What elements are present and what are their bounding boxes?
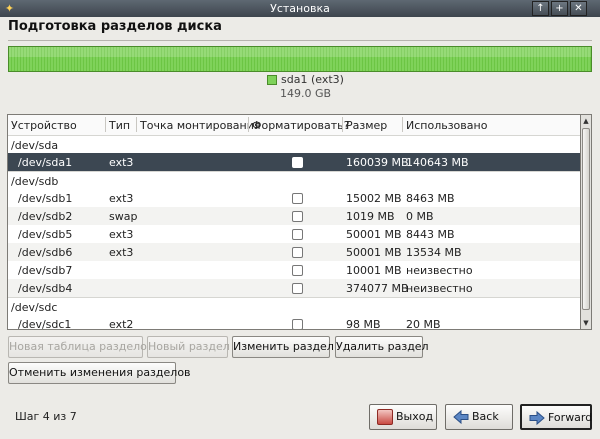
- maximize-icon[interactable]: +: [551, 1, 568, 16]
- partition-used: 0 MB: [406, 210, 434, 223]
- device-row[interactable]: /dev/sda: [8, 135, 580, 153]
- column-header-device[interactable]: Устройство: [11, 119, 77, 132]
- partition-type: swap: [109, 210, 138, 223]
- format-checkbox[interactable]: [292, 211, 303, 222]
- partition-device: /dev/sdb5: [18, 228, 73, 241]
- pin-icon[interactable]: ↑: [532, 1, 549, 16]
- new-partition-table-button[interactable]: Новая таблица разделов: [8, 336, 153, 358]
- step-indicator: Шаг 4 из 7: [15, 410, 77, 423]
- format-checkbox[interactable]: [292, 247, 303, 258]
- partition-color-swatch: [267, 75, 277, 85]
- close-icon[interactable]: ✕: [570, 1, 587, 16]
- partition-size: 98 MB: [346, 318, 381, 330]
- partition-row[interactable]: /dev/sdb4 374077 MB неизвестно: [8, 279, 580, 297]
- partition-size: 50001 MB: [346, 246, 402, 259]
- format-checkbox[interactable]: [292, 193, 303, 204]
- partition-row[interactable]: /dev/sdb1 ext3 15002 MB 8463 MB: [8, 189, 580, 207]
- partition-type: ext3: [109, 246, 134, 259]
- partition-row[interactable]: /dev/sda1 ext3 160039 MB 140643 MB: [8, 153, 580, 171]
- partition-used: неизвестно: [406, 264, 473, 277]
- edit-partition-button[interactable]: Изменить раздел: [232, 336, 334, 358]
- partition-used: 13534 MB: [406, 246, 462, 259]
- window-titlebar[interactable]: ✦ Установка ↑ + ✕: [0, 0, 600, 17]
- format-checkbox[interactable]: [292, 157, 303, 168]
- partition-size: 374077 MB: [346, 282, 409, 295]
- partition-row[interactable]: /dev/sdb2 swap 1019 MB 0 MB: [8, 207, 580, 225]
- device-name: /dev/sdb: [11, 175, 59, 188]
- column-separator: [342, 117, 343, 132]
- partition-type: ext3: [109, 228, 134, 241]
- header-divider: [8, 40, 592, 41]
- exit-icon: [377, 409, 393, 425]
- partition-device: /dev/sdb7: [18, 264, 73, 277]
- partition-type: ext2: [109, 318, 134, 330]
- column-header-format[interactable]: Форматировать?: [252, 119, 349, 132]
- format-checkbox[interactable]: [292, 319, 303, 329]
- quit-button[interactable]: Выход: [369, 404, 437, 430]
- column-header-used[interactable]: Использовано: [406, 119, 487, 132]
- column-header-mount[interactable]: Точка монтирования: [140, 119, 261, 132]
- partition-size: 10001 MB: [346, 264, 402, 277]
- partition-row[interactable]: /dev/sdc1 ext2 98 MB 20 MB: [8, 315, 580, 330]
- column-separator: [136, 117, 137, 132]
- partition-row[interactable]: /dev/sdb5 ext3 50001 MB 8443 MB: [8, 225, 580, 243]
- device-name: /dev/sda: [11, 139, 59, 152]
- scroll-down-icon[interactable]: ▼: [581, 317, 591, 329]
- partition-device: /dev/sda1: [18, 156, 73, 169]
- partition-row[interactable]: /dev/sdb6 ext3 50001 MB 13534 MB: [8, 243, 580, 261]
- partition-size: 50001 MB: [346, 228, 402, 241]
- format-checkbox[interactable]: [292, 229, 303, 240]
- table-scrollbar[interactable]: ▲ ▼: [581, 114, 592, 330]
- arrow-right-icon: [529, 410, 545, 426]
- page-header: Подготовка разделов диска: [0, 17, 600, 40]
- column-separator: [248, 117, 249, 132]
- format-checkbox[interactable]: [292, 283, 303, 294]
- scrollbar-thumb[interactable]: [582, 128, 590, 310]
- partition-device: /dev/sdb1: [18, 192, 73, 205]
- partition-type: ext3: [109, 156, 134, 169]
- partition-legend: sda1 (ext3) 149.0 GB: [267, 73, 344, 100]
- partition-used: 8463 MB: [406, 192, 455, 205]
- partition-device: /dev/sdb2: [18, 210, 73, 223]
- arrow-left-icon: [453, 409, 469, 425]
- back-button[interactable]: Back: [445, 404, 513, 430]
- format-checkbox[interactable]: [292, 265, 303, 276]
- partition-size: 15002 MB: [346, 192, 402, 205]
- partition-size: 160039 MB: [346, 156, 409, 169]
- partition-legend-label: sda1 (ext3): [281, 73, 344, 86]
- column-separator: [105, 117, 106, 132]
- partition-row[interactable]: /dev/sdb7 10001 MB неизвестно: [8, 261, 580, 279]
- forward-button-label: Forward: [548, 411, 593, 424]
- quit-button-label: Выход: [396, 410, 434, 423]
- column-separator: [402, 117, 403, 132]
- partition-device: /dev/sdb4: [18, 282, 73, 295]
- table-header: Устройство Тип Точка монтирования Формат…: [8, 115, 580, 136]
- partition-used: 8443 MB: [406, 228, 455, 241]
- partition-used: 20 MB: [406, 318, 441, 330]
- partition-type: ext3: [109, 192, 134, 205]
- scroll-up-icon[interactable]: ▲: [581, 115, 591, 127]
- column-header-size[interactable]: Размер: [346, 119, 387, 132]
- partition-bar: [8, 46, 592, 72]
- partition-size: 1019 MB: [346, 210, 395, 223]
- new-partition-button[interactable]: Новый раздел: [147, 336, 230, 358]
- device-name: /dev/sdc: [11, 301, 58, 314]
- partition-device: /dev/sdb6: [18, 246, 73, 259]
- partition-used: неизвестно: [406, 282, 473, 295]
- undo-partition-changes-button[interactable]: Отменить изменения разделов: [8, 362, 191, 384]
- device-row[interactable]: /dev/sdb: [8, 171, 580, 189]
- back-button-label: Back: [472, 410, 499, 423]
- partition-used: 140643 MB: [406, 156, 469, 169]
- partition-device: /dev/sdc1: [18, 318, 72, 330]
- window-title: Установка: [270, 2, 330, 15]
- column-header-type[interactable]: Тип: [109, 119, 130, 132]
- partition-table[interactable]: Устройство Тип Точка монтирования Формат…: [7, 114, 581, 330]
- device-row[interactable]: /dev/sdc: [8, 297, 580, 315]
- forward-button[interactable]: Forward: [520, 404, 592, 430]
- page-title: Подготовка разделов диска: [8, 19, 222, 34]
- delete-partition-button[interactable]: Удалить раздел: [335, 336, 429, 358]
- partition-legend-size: 149.0 GB: [280, 87, 332, 100]
